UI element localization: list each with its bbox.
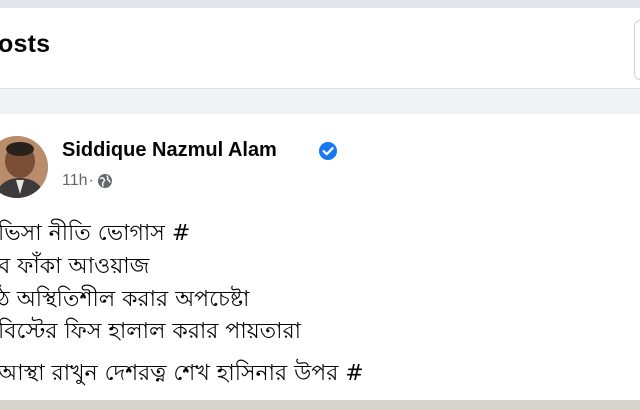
post-text-line: আস্থা রাখুন দেশরত্ন শেখ হাসিনার উপর # bbox=[0, 361, 364, 386]
verified-badge-icon bbox=[319, 142, 337, 160]
filters-button[interactable] bbox=[634, 20, 640, 80]
post-time[interactable]: 11h bbox=[62, 172, 88, 190]
author-name[interactable]: Siddique Nazmul Alam bbox=[62, 139, 277, 162]
author-avatar[interactable] bbox=[0, 136, 48, 198]
post-meta: 11h · bbox=[62, 172, 113, 190]
globe-icon[interactable] bbox=[97, 173, 113, 189]
top-strip bbox=[0, 0, 640, 8]
meta-separator: · bbox=[88, 172, 94, 189]
post-card: Siddique Nazmul Alam 11h · ভিসা নীতি ভোগ… bbox=[0, 114, 640, 404]
posts-header: osts bbox=[0, 8, 640, 89]
post-text-line: ব ফাঁকা আওয়াজ bbox=[0, 254, 150, 279]
post-text-line: ভিসা নীতি ভোগাস # bbox=[0, 221, 191, 246]
attached-image-edge[interactable] bbox=[0, 400, 640, 410]
post-text-line: বিস্টের ফিস হালাল করার পায়তারা bbox=[0, 319, 302, 344]
posts-title: osts bbox=[0, 30, 51, 58]
avatar-photo bbox=[0, 136, 48, 198]
